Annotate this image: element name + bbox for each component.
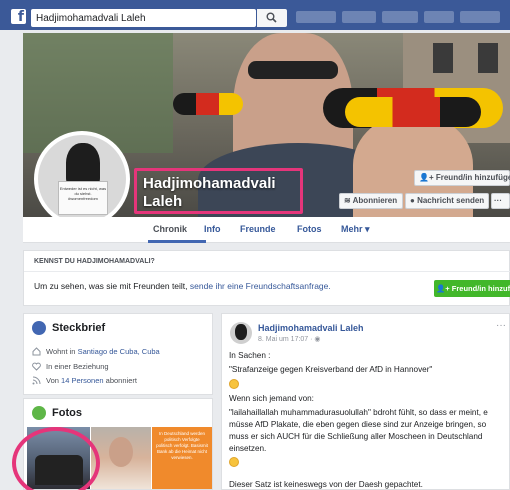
blurred-nav-item	[424, 11, 454, 23]
prompt-text-prefix: Um zu sehen, was sie mit Freunden teilt,	[34, 281, 188, 291]
message-button[interactable]: ● Nachricht senden	[405, 193, 489, 209]
add-friend-green-button[interactable]: 👤+ Freund/in hinzufügen	[434, 280, 510, 297]
photo-thumbnail[interactable]: In Deutschland werden politisch Verfolgt…	[152, 427, 212, 489]
cover-sunglasses	[248, 61, 338, 79]
relationship-text: In einer Beziehung	[46, 362, 109, 371]
cover-garland	[173, 93, 243, 115]
search-icon	[266, 12, 277, 23]
avatar-sign-text: Entweder ist es nicht, was du siehst. #w…	[58, 181, 108, 215]
follow-button[interactable]: ≋ Abonnieren	[339, 193, 403, 209]
rss-icon	[32, 376, 41, 385]
profile-tab-bar: Chronik Info Freunde Fotos Mehr ▾	[23, 217, 510, 243]
home-icon	[32, 347, 41, 356]
tab-info[interactable]: Info	[204, 224, 221, 234]
top-navigation-bar: f Hadjimohamadvali Laleh	[0, 0, 510, 30]
photo-thumbnail-text: In Deutschland werden politisch Verfolgt…	[156, 431, 208, 460]
friend-request-link[interactable]: sende ihr eine Freundschaftsanfrage.	[190, 281, 331, 291]
add-friend-icon: 👤+	[435, 284, 452, 293]
post-line: "Strafanzeige gegen Kreisverband der AfD…	[229, 365, 433, 374]
search-input-value: Hadjimohamadvali Laleh	[36, 13, 146, 24]
search-button[interactable]	[257, 9, 287, 27]
post-author-name[interactable]: Hadjimohamadvali Laleh	[258, 323, 364, 333]
blurred-nav-item	[296, 11, 336, 23]
tab-freunde[interactable]: Freunde	[240, 224, 276, 234]
post-line: muss er sich AUCH für die Schließung all…	[229, 432, 483, 441]
cover-window	[478, 43, 498, 73]
cover-garland	[345, 97, 481, 127]
prompt-title: KENNST DU HADJIMOHAMADVALI?	[34, 258, 155, 265]
post-timestamp-text: 8. Mai um 17:07 ·	[258, 336, 315, 343]
search-input[interactable]: Hadjimohamadvali Laleh	[31, 9, 256, 27]
highlight-circle	[12, 427, 100, 490]
profile-picture[interactable]: Entweder ist es nicht, was du siehst. #w…	[34, 131, 130, 227]
heart-icon	[32, 362, 41, 371]
smile-emoji-icon	[229, 379, 239, 389]
message-label: Nachricht senden	[417, 196, 485, 205]
followers-prefix: Von	[46, 376, 59, 385]
post-line: Dieser Satz ist keineswegs von der Daesh…	[229, 480, 423, 489]
tab-fotos[interactable]: Fotos	[297, 224, 322, 234]
blurred-nav-item	[460, 11, 500, 23]
post-options-icon[interactable]: ···	[496, 320, 506, 331]
rss-icon: ≋	[344, 196, 353, 205]
intro-row-followers: Von 14 Personen abonniert	[46, 376, 137, 385]
smile-emoji-icon	[229, 457, 239, 467]
followers-link[interactable]: 14 Personen	[61, 376, 104, 385]
active-tab-indicator	[148, 240, 206, 243]
follow-label: Abonnieren	[352, 196, 398, 205]
profile-name-line1: Hadjimohamadvali	[143, 175, 276, 192]
tab-chronik[interactable]: Chronik	[153, 224, 187, 234]
cover-window	[433, 43, 453, 73]
globe-icon: ◉	[314, 336, 321, 343]
messenger-icon: ●	[410, 196, 418, 205]
facebook-logo-icon[interactable]: f	[11, 9, 26, 25]
more-options-button[interactable]: ···	[491, 193, 510, 209]
post-timestamp[interactable]: 8. Mai um 17:07 · ◉	[258, 335, 321, 343]
residence-link[interactable]: Santiago de Cuba, Cuba	[78, 347, 160, 356]
post-line: Wenn sich jemand von:	[229, 394, 314, 403]
add-friend-button[interactable]: 👤+ Freund/in hinzufügen	[414, 170, 510, 186]
globe-icon	[32, 321, 46, 335]
intro-row-relationship: In einer Beziehung	[46, 362, 109, 371]
post-line: müsse AfD Plakate, die eben gegen diese …	[229, 420, 487, 429]
timeline-post: Hadjimohamadvali Laleh 8. Mai um 17:07 ·…	[221, 313, 510, 490]
photos-title: Fotos	[52, 407, 82, 419]
intro-title: Steckbrief	[52, 322, 106, 334]
photo-thumbnail[interactable]	[91, 427, 151, 489]
blurred-nav-item	[382, 11, 418, 23]
post-line: In Sachen :	[229, 351, 271, 360]
post-line: "lailahaillallah muhammadurasuolullah" b…	[229, 408, 488, 417]
friend-request-prompt: KENNST DU HADJIMOHAMADVALI? Um zu sehen,…	[23, 250, 510, 306]
more-options-label: ···	[494, 196, 502, 205]
intro-card: Steckbrief Wohnt in Santiago de Cuba, Cu…	[23, 313, 213, 395]
divider	[24, 271, 510, 272]
add-friend-green-label: Freund/in hinzufügen	[451, 284, 510, 293]
profile-name: Hadjimohamadvali Laleh	[134, 168, 303, 214]
tab-mehr[interactable]: Mehr ▾	[341, 224, 370, 235]
prompt-text: Um zu sehen, was sie mit Freunden teilt,…	[34, 281, 331, 291]
post-line: einsetzen.	[229, 444, 267, 453]
followers-suffix: abonniert	[105, 376, 137, 385]
photo-icon	[32, 406, 46, 420]
blurred-nav-item	[342, 11, 376, 23]
residence-prefix: Wohnt in	[46, 347, 76, 356]
intro-row-residence: Wohnt in Santiago de Cuba, Cuba	[46, 347, 160, 356]
add-friend-icon: 👤+	[419, 173, 436, 182]
profile-name-line2: Laleh	[143, 193, 183, 210]
post-author-avatar[interactable]	[230, 322, 252, 344]
add-friend-label: Freund/in hinzufügen	[435, 173, 510, 182]
